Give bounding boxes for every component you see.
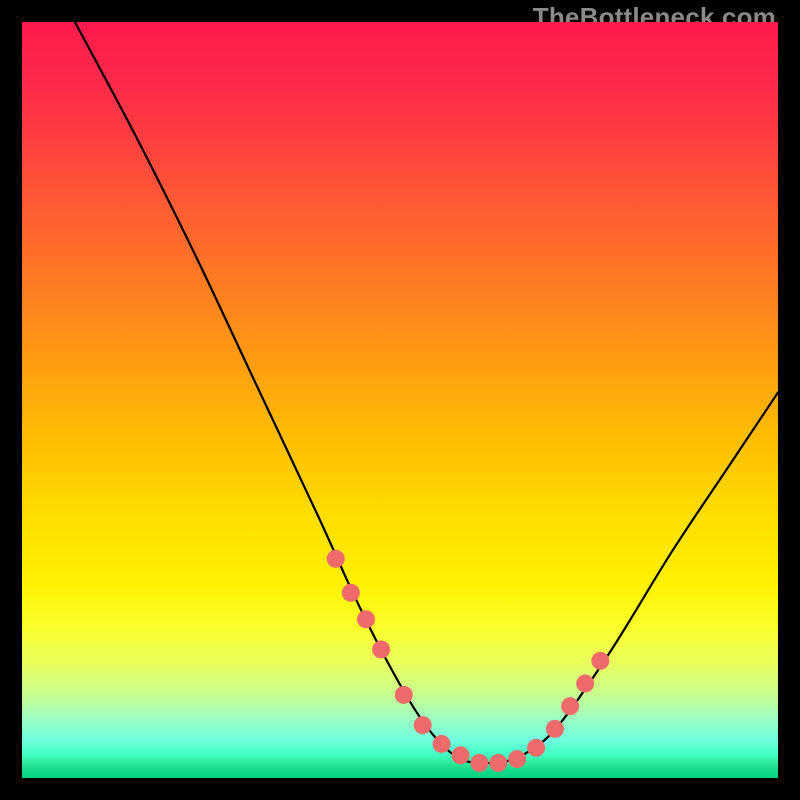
chart-overlay (22, 22, 778, 778)
curve-line (75, 22, 778, 763)
chart-frame: TheBottleneck.com (0, 0, 800, 800)
highlight-markers (327, 550, 610, 772)
highlight-marker (395, 686, 413, 704)
highlight-marker (357, 610, 375, 628)
highlight-marker (546, 720, 564, 738)
highlight-marker (591, 652, 609, 670)
highlight-marker (372, 640, 390, 658)
highlight-marker (508, 750, 526, 768)
highlight-marker (561, 697, 579, 715)
highlight-marker (470, 754, 488, 772)
highlight-marker (327, 550, 345, 568)
highlight-marker (433, 735, 451, 753)
highlight-marker (527, 739, 545, 757)
highlight-marker (489, 754, 507, 772)
highlight-marker (451, 746, 469, 764)
highlight-marker (576, 675, 594, 693)
plot-area (22, 22, 778, 778)
highlight-marker (414, 716, 432, 734)
highlight-marker (342, 584, 360, 602)
